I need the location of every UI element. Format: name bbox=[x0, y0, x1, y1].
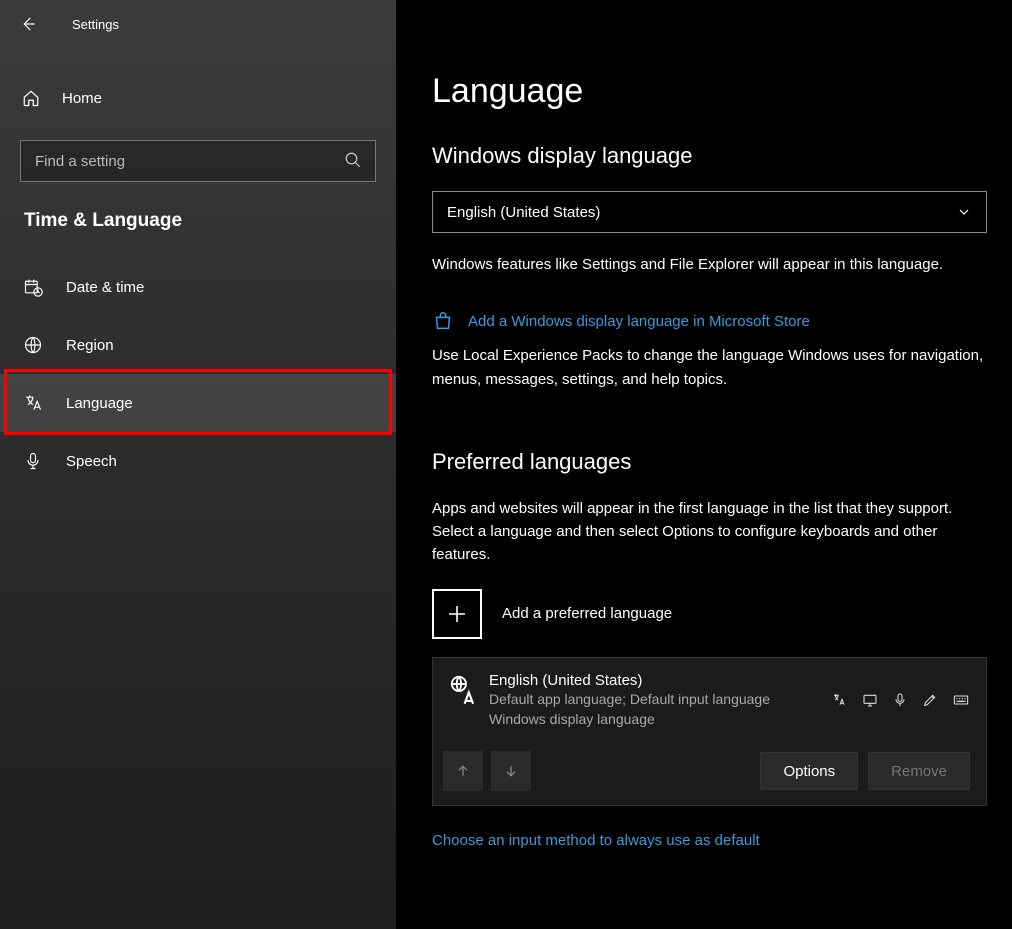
search-icon bbox=[344, 151, 362, 169]
speech-icon bbox=[892, 692, 908, 708]
remove-button[interactable]: Remove bbox=[868, 752, 970, 790]
translate-icon bbox=[832, 692, 848, 708]
shopping-bag-icon bbox=[432, 310, 454, 332]
language-glyph-icon bbox=[443, 672, 489, 730]
sidebar-item-label: Date & time bbox=[66, 279, 144, 296]
window-title: Settings bbox=[72, 17, 119, 32]
display-language-description: Windows features like Settings and File … bbox=[432, 253, 992, 276]
handwriting-icon bbox=[922, 692, 938, 708]
move-down-button[interactable] bbox=[491, 751, 531, 791]
arrow-down-icon bbox=[503, 763, 519, 779]
language-subtitle-2: Windows display language bbox=[489, 709, 832, 729]
sidebar-item-region[interactable]: Region bbox=[0, 316, 396, 374]
add-language-label: Add a preferred language bbox=[502, 605, 672, 622]
microphone-icon bbox=[22, 451, 44, 471]
page-title: Language bbox=[432, 72, 992, 111]
sidebar: Settings Home Time & Language Date & tim… bbox=[0, 0, 396, 929]
titlebar: Settings bbox=[0, 0, 396, 48]
sidebar-item-date-time[interactable]: Date & time bbox=[0, 258, 396, 316]
search-wrap bbox=[20, 140, 376, 182]
store-description: Use Local Experience Packs to change the… bbox=[432, 344, 992, 391]
add-language-button[interactable] bbox=[432, 589, 482, 639]
preferred-languages-description: Apps and websites will appear in the fir… bbox=[432, 497, 992, 567]
arrow-left-icon bbox=[19, 15, 37, 33]
search-input[interactable] bbox=[20, 140, 376, 182]
language-name: English (United States) bbox=[489, 672, 832, 689]
sidebar-item-label: Speech bbox=[66, 453, 117, 470]
language-card[interactable]: English (United States) Default app lang… bbox=[432, 657, 987, 807]
preferred-languages-heading: Preferred languages bbox=[432, 449, 992, 475]
back-button[interactable] bbox=[8, 4, 48, 44]
move-up-button[interactable] bbox=[443, 751, 483, 791]
input-method-link[interactable]: Choose an input method to always use as … bbox=[432, 832, 992, 849]
language-subtitle-1: Default app language; Default input lang… bbox=[489, 689, 832, 709]
chevron-down-icon bbox=[956, 204, 972, 220]
category-heading: Time & Language bbox=[0, 182, 396, 240]
dropdown-value: English (United States) bbox=[447, 204, 600, 221]
language-icon bbox=[22, 393, 44, 413]
sidebar-item-label: Language bbox=[66, 395, 133, 412]
sidebar-item-label: Region bbox=[66, 337, 114, 354]
display-language-dropdown[interactable]: English (United States) bbox=[432, 191, 987, 233]
language-feature-badges bbox=[832, 672, 970, 730]
display-icon bbox=[862, 692, 878, 708]
globe-icon bbox=[22, 335, 44, 355]
sidebar-item-speech[interactable]: Speech bbox=[0, 432, 396, 490]
nav-list: Date & time Region Language Speech bbox=[0, 258, 396, 490]
store-link[interactable]: Add a Windows display language in Micros… bbox=[468, 313, 810, 330]
options-button[interactable]: Options bbox=[760, 752, 858, 790]
home-icon bbox=[22, 89, 40, 107]
home-label: Home bbox=[62, 90, 102, 107]
home-link[interactable]: Home bbox=[0, 74, 396, 122]
display-language-heading: Windows display language bbox=[432, 143, 992, 169]
sidebar-item-language[interactable]: Language bbox=[0, 374, 396, 432]
plus-icon bbox=[445, 602, 469, 626]
calendar-clock-icon bbox=[22, 277, 44, 297]
main-content: Language Windows display language Englis… bbox=[396, 0, 1012, 929]
keyboard-icon bbox=[952, 692, 970, 708]
arrow-up-icon bbox=[455, 763, 471, 779]
